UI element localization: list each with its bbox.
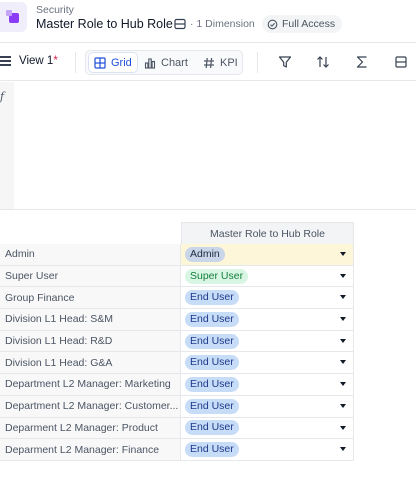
filter-icon[interactable]: [278, 55, 292, 69]
role-cell[interactable]: End User: [181, 374, 354, 395]
dimension-info[interactable]: · 1 Dimension: [174, 16, 255, 32]
view-type-switcher: Grid Chart KPI: [85, 50, 243, 75]
access-icon: [267, 19, 278, 29]
formula-bar[interactable]: f: [0, 82, 416, 210]
table-row: Division L1 Head: G&A End User: [0, 352, 354, 375]
row-label: Admin: [0, 244, 181, 265]
role-cell[interactable]: End User: [181, 439, 354, 460]
table-row: Deparment L2 Manager: Finance End User: [0, 439, 354, 461]
dropdown-caret-icon[interactable]: [340, 425, 346, 430]
menu-icon[interactable]: [0, 56, 11, 66]
tab-chart[interactable]: Chart: [139, 53, 193, 72]
toolbar-divider: [257, 52, 258, 73]
table-row: Deparment L2 Manager: Product End User: [0, 417, 354, 440]
role-pill: End User: [185, 398, 239, 414]
row-label: Department L2 Manager: Customer...: [0, 395, 181, 417]
dropdown-caret-icon[interactable]: [340, 295, 346, 300]
row-label: Deparment L2 Manager: Product: [0, 417, 181, 439]
role-pill: End User: [185, 311, 239, 327]
kpi-icon: [204, 57, 214, 68]
view-toolbar: View 1* Grid Chart KPI: [0, 42, 416, 81]
role-cell[interactable]: End User: [181, 287, 354, 309]
role-cell[interactable]: End User: [181, 330, 354, 352]
dropdown-caret-icon[interactable]: [340, 273, 346, 278]
toolbar-divider: [75, 52, 76, 73]
breadcrumb[interactable]: Security: [36, 4, 74, 16]
dropdown-caret-icon[interactable]: [340, 360, 346, 365]
formula-input[interactable]: [20, 88, 412, 106]
role-pill: End User: [185, 290, 239, 306]
role-pill: Super User: [185, 268, 249, 284]
column-header[interactable]: Master Role to Hub Role: [181, 222, 354, 245]
dropdown-caret-icon[interactable]: [340, 252, 346, 256]
page-title: Master Role to Hub Role: [36, 17, 173, 31]
dimension-label: · 1 Dimension: [190, 18, 255, 30]
row-label: Division L1 Head: G&A: [0, 352, 181, 374]
app-icon[interactable]: [0, 2, 27, 32]
view-name: View 1: [19, 55, 54, 67]
unsaved-indicator: *: [53, 55, 58, 67]
table-row: Group Finance End User: [0, 287, 354, 310]
access-label: Full Access: [282, 18, 336, 30]
role-cell[interactable]: End User: [181, 395, 354, 417]
dropdown-caret-icon[interactable]: [340, 382, 346, 387]
page-header: Security Master Role to Hub Role · 1 Dim…: [0, 0, 416, 42]
dropdown-caret-icon[interactable]: [340, 447, 346, 452]
tab-kpi-label: KPI: [220, 56, 238, 69]
dropdown-caret-icon[interactable]: [340, 338, 346, 343]
row-label: Super User: [0, 265, 181, 287]
row-label: Division L1 Head: R&D: [0, 330, 181, 352]
dimension-icon: [174, 18, 186, 30]
grid-icon: [94, 56, 106, 69]
table-row: Super User Super User: [0, 265, 354, 288]
dropdown-caret-icon[interactable]: [340, 403, 346, 408]
tab-kpi[interactable]: KPI: [198, 53, 243, 72]
layout-icon[interactable]: [394, 55, 408, 69]
role-pill: End User: [185, 355, 239, 371]
fx-icon: f: [0, 90, 5, 103]
chart-icon: [144, 57, 156, 69]
role-cell[interactable]: Super User: [181, 265, 354, 287]
role-pill: End User: [185, 420, 239, 436]
role-cell[interactable]: End User: [181, 309, 354, 330]
row-label: Department L2 Manager: Marketing: [0, 374, 181, 395]
role-pill: End User: [185, 376, 239, 392]
row-label: Division L1 Head: S&M: [0, 309, 181, 330]
sort-icon[interactable]: [316, 55, 330, 69]
row-label: Group Finance: [0, 287, 181, 309]
tab-chart-label: Chart: [161, 56, 188, 69]
sum-icon[interactable]: [355, 55, 369, 69]
dropdown-caret-icon[interactable]: [340, 317, 346, 322]
role-cell[interactable]: End User: [181, 352, 354, 374]
role-pill: End User: [185, 442, 239, 458]
table-row: Department L2 Manager: Marketing End User: [0, 374, 354, 396]
table-row: Admin Admin: [0, 244, 354, 266]
role-pill: Admin: [185, 246, 225, 262]
tab-grid-label: Grid: [111, 56, 132, 69]
row-label: Deparment L2 Manager: Finance: [0, 439, 181, 460]
table-row: Division L1 Head: S&M End User: [0, 309, 354, 331]
role-pill: End User: [185, 333, 239, 349]
role-cell[interactable]: Admin: [181, 244, 354, 265]
role-cell[interactable]: End User: [181, 417, 354, 439]
tab-grid[interactable]: Grid: [89, 53, 137, 72]
grid-rows: Admin Admin Super User Super User Group Fina…: [0, 244, 354, 461]
view-selector[interactable]: View 1*: [19, 55, 58, 67]
access-badge[interactable]: Full Access: [262, 15, 343, 33]
table-row: Department L2 Manager: Customer... End Us…: [0, 395, 354, 418]
table-row: Division L1 Head: R&D End User: [0, 330, 354, 353]
